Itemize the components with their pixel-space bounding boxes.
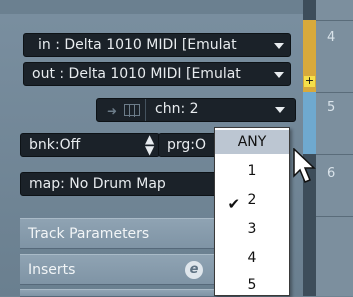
drum-map-select[interactable]: map: No Drum Map [20, 172, 240, 196]
midi-input-select[interactable]: in : Delta 1010 MIDI [Emulat [23, 33, 291, 57]
input-label: in : [38, 37, 65, 53]
arrow-right-icon: ➜ [107, 104, 118, 118]
input-value: Delta 1010 MIDI [Emulat [64, 37, 237, 53]
menu-item-1[interactable]: 1 [215, 159, 289, 183]
mouse-cursor-icon [293, 148, 316, 183]
track-number: 6 [327, 166, 336, 181]
chevron-down-icon [275, 107, 285, 113]
output-value: Delta 1010 MIDI [Emulat [68, 66, 241, 82]
channel-value: 2 [189, 101, 199, 117]
menu-item-3[interactable]: 3 [215, 217, 289, 241]
divider [145, 99, 146, 121]
track-separator [316, 154, 353, 155]
track-separator [316, 20, 353, 21]
chevron-down-icon [274, 72, 284, 78]
menu-item-2[interactable]: ✔ 2 [215, 188, 289, 213]
program-value: O [195, 137, 207, 153]
menu-item-label: 2 [247, 192, 257, 208]
edit-icon[interactable]: e [185, 261, 203, 279]
channel-select[interactable]: chn: 2 [147, 98, 291, 122]
keyboard-icon [124, 104, 140, 117]
bank-value: Off [59, 137, 81, 153]
track-number: 4 [327, 30, 336, 45]
stepper-arrows-icon[interactable]: ▲ ▼ [145, 134, 154, 156]
section-title: Track Parameters [28, 226, 150, 242]
track-separator [316, 92, 353, 93]
track-separator [316, 216, 353, 217]
inserts-section[interactable]: Inserts e [20, 254, 240, 285]
section-title: Inserts [28, 262, 76, 278]
track-parameters-section[interactable]: Track Parameters [20, 218, 240, 249]
track-number: 5 [327, 100, 336, 115]
plus-icon[interactable]: + [304, 75, 315, 87]
track-list: 4 5 6 [316, 0, 353, 296]
menu-item-any[interactable]: ANY [215, 130, 289, 154]
channel-label: chn: [155, 101, 190, 117]
inspector-top-edge [0, 0, 303, 14]
track-color-strip [303, 92, 316, 154]
menu-item-4[interactable]: 4 [215, 246, 289, 270]
menu-item-label: 5 [247, 277, 257, 293]
channel-dropdown-menu: ANY 1 ✔ 2 3 4 5 [214, 127, 290, 296]
checkmark-icon: ✔ [227, 195, 241, 213]
output-label: out : [32, 66, 69, 82]
map-label: map: [29, 176, 70, 192]
menu-item-label: 3 [247, 221, 257, 237]
menu-item-label: 1 [247, 163, 257, 179]
bank-label: bnk: [29, 137, 60, 153]
chevron-down-icon [274, 43, 284, 49]
menu-item-label: 4 [247, 250, 257, 266]
midi-output-select[interactable]: out : Delta 1010 MIDI [Emulat [23, 62, 291, 86]
program-label: prg: [167, 137, 195, 153]
map-value: No Drum Map [69, 176, 166, 192]
menu-item-5[interactable]: 5 [215, 273, 289, 295]
menu-item-label: ANY [237, 134, 267, 150]
bank-select[interactable]: bnk:Off ▲ ▼ [20, 133, 160, 157]
